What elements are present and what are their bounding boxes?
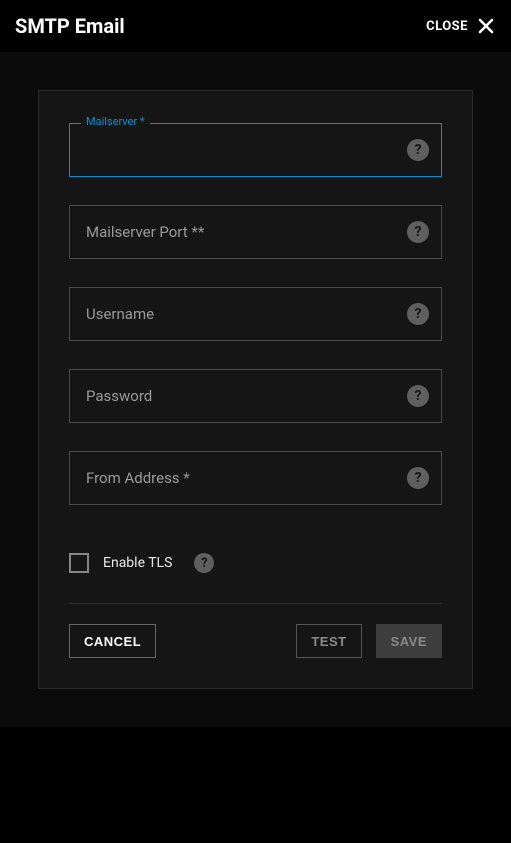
- port-label: Mailserver Port **: [86, 223, 204, 241]
- password-label: Password: [86, 387, 152, 405]
- help-icon[interactable]: ?: [194, 553, 214, 573]
- password-input-box[interactable]: Password ?: [69, 369, 442, 423]
- from-input-box[interactable]: From Address * ?: [69, 451, 442, 505]
- help-icon[interactable]: ?: [407, 139, 429, 161]
- cancel-button[interactable]: CANCEL: [69, 624, 156, 658]
- help-icon[interactable]: ?: [407, 467, 429, 489]
- mailserver-field: Mailserver * ?: [69, 123, 442, 177]
- username-label: Username: [86, 305, 154, 323]
- actions-right: TEST SAVE: [296, 624, 442, 658]
- help-icon[interactable]: ?: [407, 385, 429, 407]
- page-title: SMTP Email: [15, 14, 125, 38]
- save-button[interactable]: SAVE: [376, 624, 442, 658]
- form-card: Mailserver * ? Mailserver Port ** ? User…: [38, 90, 473, 689]
- close-button[interactable]: CLOSE: [426, 16, 496, 36]
- divider: [69, 603, 442, 604]
- enable-tls-label: Enable TLS: [103, 555, 172, 571]
- enable-tls-row: Enable TLS ?: [69, 553, 442, 573]
- port-field: Mailserver Port ** ?: [69, 205, 442, 259]
- close-label: CLOSE: [426, 19, 468, 34]
- help-icon[interactable]: ?: [407, 221, 429, 243]
- mailserver-input[interactable]: [86, 142, 391, 159]
- dialog-header: SMTP Email CLOSE: [0, 0, 511, 52]
- help-icon[interactable]: ?: [407, 303, 429, 325]
- username-field: Username ?: [69, 287, 442, 341]
- username-input-box[interactable]: Username ?: [69, 287, 442, 341]
- action-bar: CANCEL TEST SAVE: [69, 624, 442, 658]
- content-area: Mailserver * ? Mailserver Port ** ? User…: [0, 52, 511, 727]
- mailserver-input-box[interactable]: ?: [69, 123, 442, 177]
- test-button[interactable]: TEST: [296, 624, 361, 658]
- enable-tls-checkbox[interactable]: [69, 553, 89, 573]
- from-label: From Address *: [86, 469, 190, 487]
- from-field: From Address * ?: [69, 451, 442, 505]
- mailserver-label: Mailserver *: [81, 115, 150, 128]
- port-input-box[interactable]: Mailserver Port ** ?: [69, 205, 442, 259]
- password-field: Password ?: [69, 369, 442, 423]
- close-icon: [476, 16, 496, 36]
